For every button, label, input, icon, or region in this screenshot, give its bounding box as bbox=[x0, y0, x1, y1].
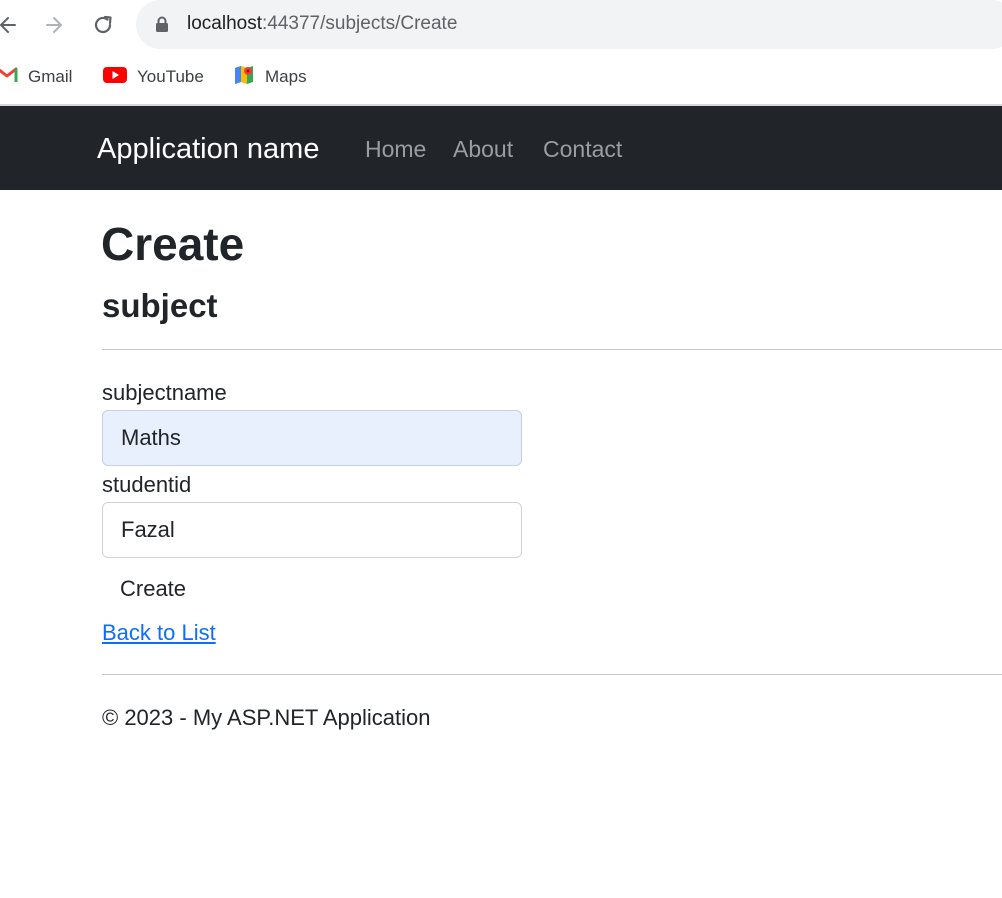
subjectname-input[interactable] bbox=[102, 410, 522, 466]
bookmark-label: Gmail bbox=[28, 67, 73, 86]
browser-toolbar: localhost:44377/subjects/Create bbox=[0, 0, 1002, 50]
bookmark-youtube[interactable]: YouTube bbox=[103, 64, 204, 90]
subjectname-label: subjectname bbox=[102, 380, 227, 405]
bookmarks-bar: Gmail YouTube Maps bbox=[0, 56, 1002, 98]
content-divider bbox=[102, 349, 1002, 350]
studentid-label: studentid bbox=[102, 472, 192, 497]
brand-link[interactable]: Application name bbox=[97, 133, 319, 166]
url-path: :44377/subjects/Create bbox=[262, 13, 458, 34]
lock-icon[interactable] bbox=[155, 16, 169, 38]
reload-icon[interactable] bbox=[85, 7, 121, 43]
bookmark-gmail[interactable]: Gmail bbox=[0, 64, 72, 90]
page-subtitle: subject bbox=[102, 287, 218, 324]
nav-link-home[interactable]: Home bbox=[365, 136, 426, 163]
nav-link-contact[interactable]: Contact bbox=[543, 136, 622, 163]
url-text[interactable]: localhost:44377/subjects/Create bbox=[187, 13, 457, 35]
forward-icon[interactable] bbox=[36, 7, 72, 43]
site-navbar: Application name Home About Contact bbox=[0, 106, 1002, 190]
page-title: Create bbox=[101, 218, 245, 270]
bookmark-maps[interactable]: Maps bbox=[233, 64, 307, 90]
bookmark-label: YouTube bbox=[137, 67, 204, 86]
back-icon[interactable] bbox=[0, 7, 26, 43]
studentid-select[interactable] bbox=[102, 502, 522, 558]
gmail-icon bbox=[0, 66, 18, 89]
address-bar[interactable]: localhost:44377/subjects/Create bbox=[136, 0, 1002, 49]
create-button[interactable]: Create bbox=[102, 572, 202, 606]
back-to-list-link[interactable]: Back to List bbox=[102, 620, 216, 646]
footer-copyright: © 2023 - My ASP.NET Application bbox=[102, 705, 431, 730]
footer-divider bbox=[102, 674, 1002, 675]
bookmark-label: Maps bbox=[265, 67, 307, 86]
url-host: localhost bbox=[187, 13, 262, 34]
maps-icon bbox=[233, 64, 255, 91]
nav-link-about[interactable]: About bbox=[453, 136, 513, 163]
youtube-icon bbox=[103, 66, 127, 89]
